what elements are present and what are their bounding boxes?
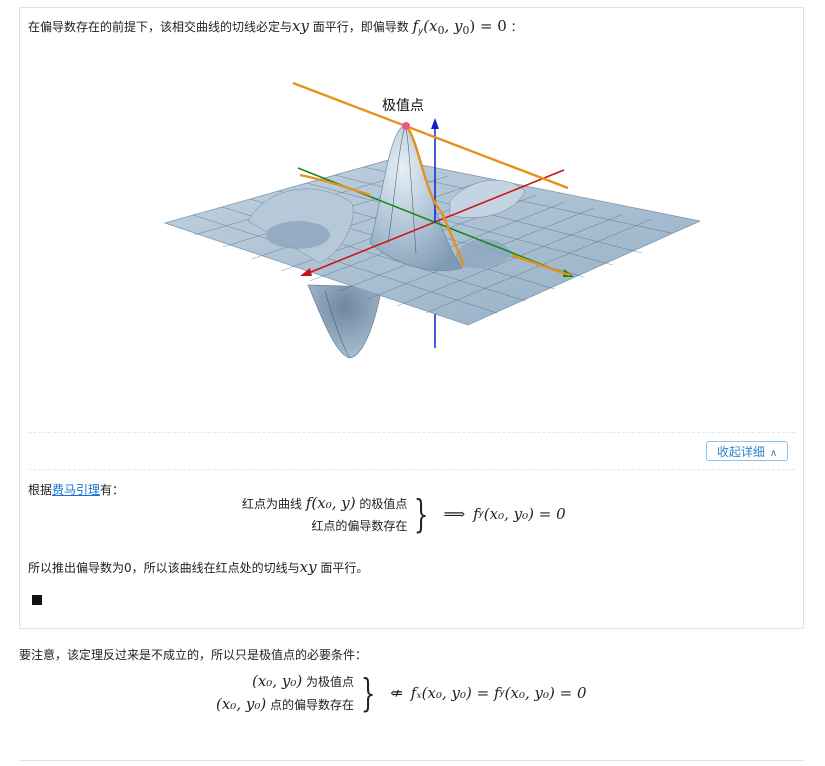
- conclusion-xy: xy: [299, 558, 317, 576]
- fermat-row2: 红点的偏导数存在: [311, 519, 408, 533]
- fermat-row-2: 红点的偏导数存在: [311, 517, 407, 534]
- fermat-suffix: 有：: [100, 483, 125, 497]
- intro-close: ) = 0: [469, 17, 507, 35]
- fermat-row1-pre: 红点为曲线: [242, 497, 306, 511]
- intro-comma: , y: [444, 17, 463, 35]
- converse-system-rows: (x₀, y₀) 为极值点 (x₀, y₀) 点的偏导数存在: [216, 672, 354, 713]
- fermat-system-rows: 红点为曲线 f(x₀, y) 的极值点 红点的偏导数存在: [242, 494, 407, 534]
- converse-system: (x₀, y₀) 为极值点 (x₀, y₀) 点的偏导数存在 } ⇍ fₓ(x₀…: [216, 672, 587, 713]
- converse-rhs: fₓ(x₀, y₀) = f: [410, 683, 500, 702]
- extremum-point: [402, 122, 410, 130]
- converse-row1-post: 为极值点: [302, 675, 355, 689]
- conclusion-line: 所以推出偏导数为0，所以该曲线在红点处的切线与xy 面平行。: [28, 558, 368, 576]
- converse-row2-math: (x₀, y₀): [216, 695, 267, 713]
- intro-args: (x: [423, 17, 438, 35]
- collapse-label: 收起详细: [716, 445, 765, 459]
- intro-xy: xy: [292, 17, 309, 35]
- dashed-divider-top: [28, 432, 795, 433]
- note-line: 要注意，该定理反过来是不成立的，所以只是极值点的必要条件：: [19, 646, 367, 663]
- fermat-row-1: 红点为曲线 f(x₀, y) 的极值点: [242, 494, 407, 512]
- converse-rhs-rest: (x₀, y₀) = 0: [504, 683, 587, 702]
- collapse-button[interactable]: 收起详细 ∧: [706, 441, 788, 461]
- fermat-rhs-rest: (x₀, y₀) = 0: [483, 505, 566, 523]
- fermat-row1-math: f(x₀, y): [305, 494, 356, 512]
- conclusion-text2: 面平行。: [316, 561, 369, 575]
- surface-figure: 极值点: [163, 81, 700, 359]
- conclusion-text: 所以推出偏导数为0，所以该曲线在红点处的切线与: [28, 561, 300, 575]
- converse-row1-math: (x₀, y₀): [252, 672, 303, 690]
- bottom-lobe: [307, 284, 383, 359]
- intro-text: 在偏导数存在的前提下，该相交曲线的切线必定与: [28, 20, 293, 34]
- converse-row-2: (x₀, y₀) 点的偏导数存在: [216, 695, 354, 713]
- right-brace: }: [414, 492, 429, 536]
- not-implied-arrow: ⇍: [390, 683, 403, 702]
- qed-square: [32, 595, 42, 605]
- fermat-system: 红点为曲线 f(x₀, y) 的极值点 红点的偏导数存在 } ⟹ f y (x₀, …: [242, 494, 566, 534]
- fermat-prefix: 根据: [28, 483, 53, 497]
- converse-row2-post: 点的偏导数存在: [266, 698, 355, 712]
- intro-text2: 面平行，即偏导数: [308, 20, 413, 34]
- fermat-row1-post: 的极值点: [355, 497, 408, 511]
- converse-row-1: (x₀, y₀) 为极值点: [252, 672, 354, 690]
- dashed-divider-bottom: [28, 469, 795, 470]
- fermat-lemma-link[interactable]: 费马引理: [52, 483, 100, 497]
- implies-arrow: ⟹: [443, 505, 466, 523]
- chevron-up-icon: ∧: [769, 448, 778, 459]
- right-brace-2: }: [360, 670, 376, 715]
- intro-colon: ：: [506, 20, 523, 34]
- fermat-line: 根据费马引理有：: [28, 481, 124, 498]
- proof-card: 在偏导数存在的前提下，该相交曲线的切线必定与xy 面平行，即偏导数 fy(x0,…: [19, 7, 804, 629]
- note-text: 要注意，该定理反过来是不成立的，所以只是极值点的必要条件：: [19, 648, 368, 662]
- extremum-label: 极值点: [382, 98, 424, 114]
- intro-line: 在偏导数存在的前提下，该相交曲线的切线必定与xy 面平行，即偏导数 fy(x0,…: [28, 17, 523, 37]
- bottom-divider: [19, 760, 804, 761]
